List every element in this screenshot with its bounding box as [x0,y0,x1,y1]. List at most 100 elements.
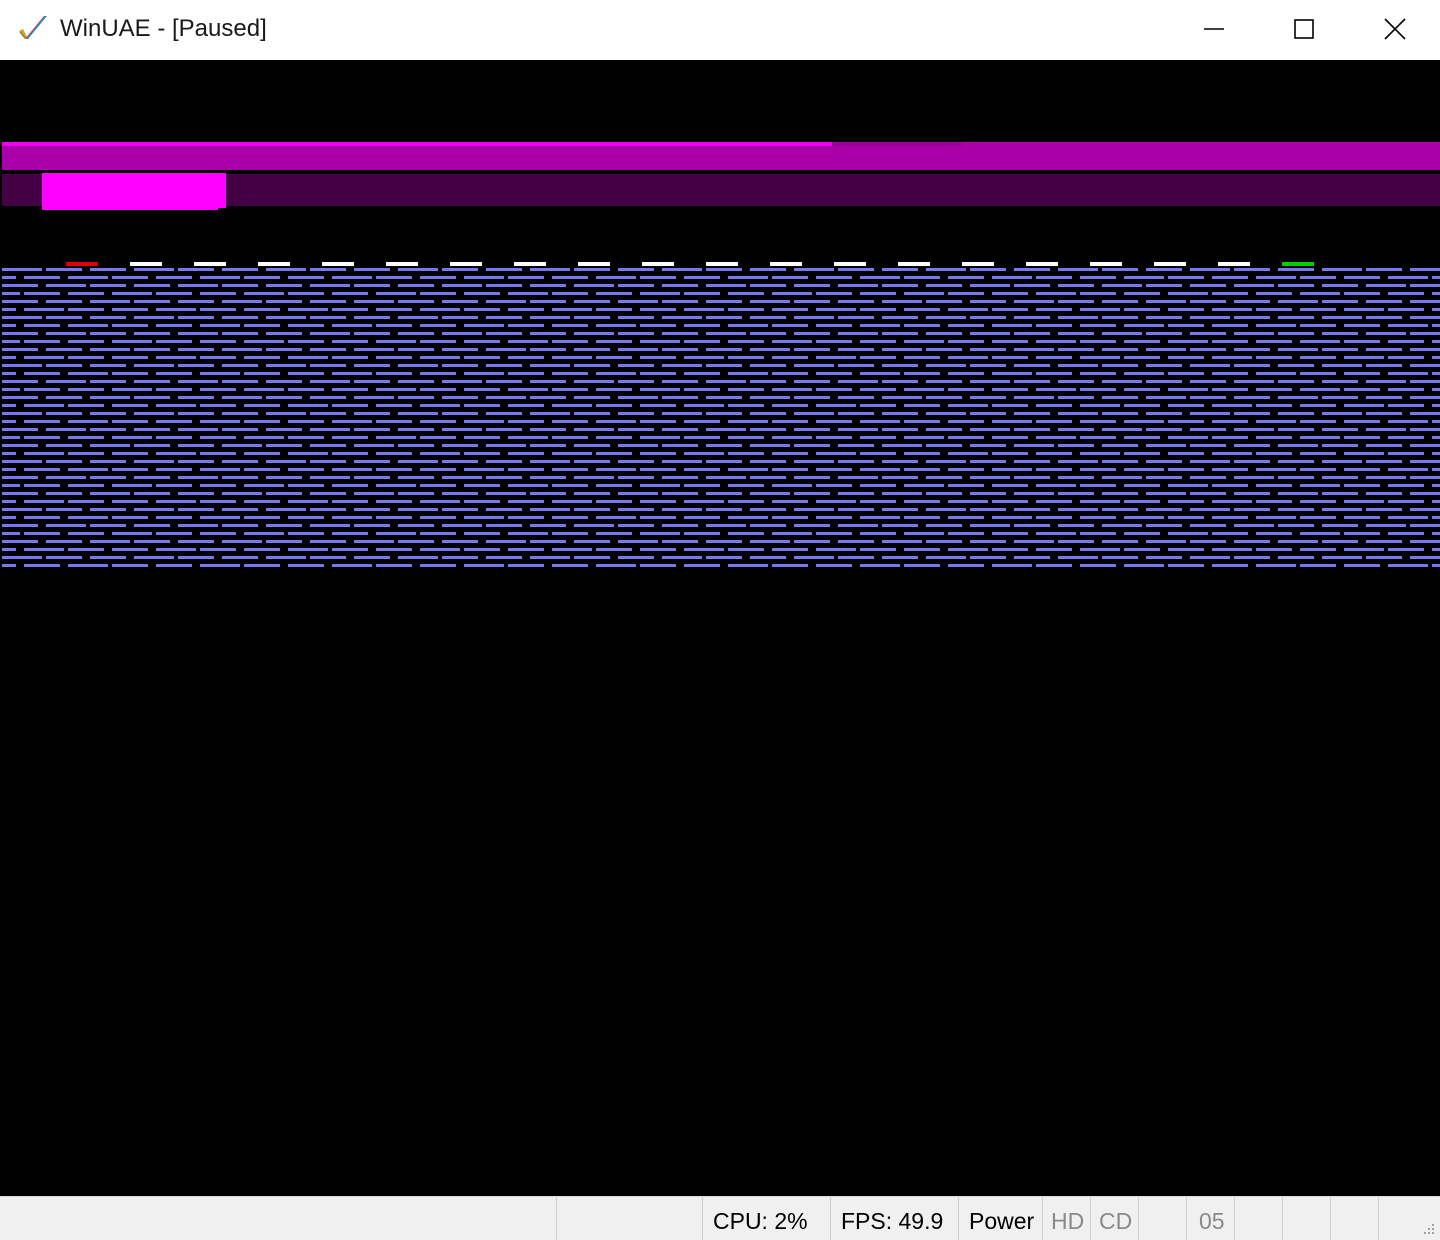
lane-marker [962,262,994,266]
brick-line [706,348,742,351]
brick-line [1124,452,1160,455]
brick-line [948,516,984,519]
brick-line [2,452,16,455]
brick-line [46,460,82,463]
brick-line [156,564,192,567]
brick-line [1212,404,1252,407]
brick-line [1300,356,1336,359]
brick-line [948,404,988,407]
title-bar[interactable]: WinUAE - [Paused] [0,0,1440,60]
brick-line [200,356,236,359]
maximize-button[interactable] [1258,0,1350,58]
brick-line [1432,484,1440,487]
status-drive-slot-1[interactable] [1234,1197,1282,1240]
brick-line [662,540,698,543]
brick-line [728,388,764,391]
brick-line [24,436,60,439]
brick-line [596,292,632,295]
brick-line [266,412,306,415]
brick-line [1278,268,1314,271]
brick-line [860,340,896,343]
brick-line [970,396,1006,399]
brick-line [1432,388,1440,391]
status-drive-slot-3[interactable] [1330,1197,1378,1240]
brick-line [1080,500,1120,503]
brick-line [420,452,460,455]
brick-line [1388,452,1424,455]
brick-line [1168,500,1204,503]
brick-line [750,332,786,335]
brick-line [398,492,434,495]
brick-line [1124,484,1160,487]
close-button[interactable] [1349,0,1440,58]
brick-line [398,348,434,351]
brick-line [134,380,170,383]
brick-line [552,532,588,535]
brick-line [1168,388,1208,391]
brick-line [640,516,676,519]
status-cd[interactable]: CD [1090,1197,1138,1240]
brick-line [530,396,566,399]
brick-line [222,364,258,367]
brick-line [596,484,632,487]
brick-line [420,292,456,295]
resize-grip-icon[interactable] [1420,1220,1436,1236]
brick-line [1300,404,1336,407]
brick-line [882,444,922,447]
brick-line [398,428,434,431]
brick-line [1344,276,1380,279]
brick-line [398,316,438,319]
brick-line [1190,364,1230,367]
brick-line [1168,324,1204,327]
brick-line [1124,468,1164,471]
brick-line [46,492,82,495]
brick-line [1344,468,1380,471]
brick-line [156,484,192,487]
brick-line [310,316,346,319]
brick-line [442,428,482,431]
brick-line [398,444,434,447]
brick-line [1080,276,1116,279]
status-cpu: CPU: 2% [702,1197,830,1240]
status-drive-number[interactable]: 05 [1186,1197,1234,1240]
winuae-checkmark-icon[interactable] [16,14,50,44]
lane-marker [450,262,482,266]
brick-line [1212,564,1248,567]
brick-line [1146,428,1182,431]
status-power[interactable]: Power [958,1197,1042,1240]
brick-line [596,516,636,519]
brick-line [552,468,588,471]
brick-line [728,340,764,343]
brick-line [486,460,522,463]
brick-line [376,276,412,279]
status-drive-slot-2[interactable] [1282,1197,1330,1240]
brick-line [1058,268,1098,271]
brick-line [1256,420,1296,423]
brick-line [838,380,878,383]
brick-line [574,300,610,303]
brick-line [794,540,830,543]
brick-line [134,332,170,335]
brick-line [354,540,394,543]
brick-line [486,348,526,351]
brick-line [816,420,852,423]
brick-line [376,452,412,455]
brick-line [1058,332,1094,335]
brick-line [574,268,610,271]
brick-line [706,508,742,511]
brick-line [552,420,588,423]
brick-line [222,540,262,543]
status-hd[interactable]: HD [1042,1197,1090,1240]
minimize-button[interactable] [1168,0,1260,58]
brick-line [552,292,588,295]
brick-line [1256,500,1292,503]
emulator-display[interactable] [2,60,1440,1196]
brick-line [68,356,104,359]
brick-line [662,268,702,271]
brick-line [684,452,724,455]
brick-line [838,444,874,447]
brick-line [1344,388,1380,391]
brick-line [1014,332,1050,335]
brick-line [442,556,478,559]
brick-line [640,276,676,279]
